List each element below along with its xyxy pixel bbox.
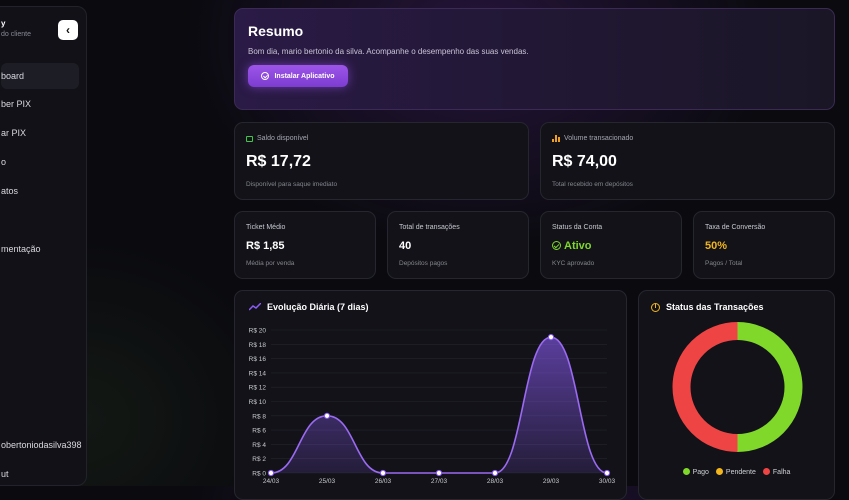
transactions-note: Depósitos pagos	[399, 260, 448, 267]
brand-subtitle: do cliente	[1, 31, 31, 38]
chevron-left-icon: ‹	[66, 23, 70, 37]
sidebar-item-label: ar PIX	[1, 128, 27, 138]
volume-note: Total recebido em depósitos	[552, 181, 633, 188]
sidebar-item-label: atos	[1, 186, 19, 196]
data-point	[323, 412, 331, 419]
y-tick-label: R$ 20	[249, 328, 267, 335]
y-tick-label: R$ 2	[252, 456, 266, 463]
sidebar-item-label: o	[1, 157, 7, 167]
collapse-sidebar-button[interactable]: ‹	[58, 20, 78, 40]
y-tick-label: R$ 16	[249, 356, 267, 363]
user-name: obertoniodasilva398	[1, 440, 82, 450]
balance-card: Saldo disponível R$ 17,72 Disponível par…	[234, 122, 529, 200]
y-tick-label: R$ 0	[252, 471, 266, 478]
sidebar-item-receber-pix[interactable]: ber PIX	[1, 91, 31, 117]
sidebar-user[interactable]: obertoniodasilva398	[1, 432, 82, 458]
download-icon	[261, 72, 270, 80]
data-point	[267, 469, 275, 477]
area-fill	[271, 337, 607, 473]
daily-evolution-card: Evolução Diária (7 dias) R$ 0 R$ 2 R$ 4 R$ …	[234, 290, 627, 500]
wallet-icon	[246, 135, 253, 142]
sidebar-item-enviar-pix[interactable]: ar PIX	[1, 120, 26, 146]
volume-card: Volume transacionado R$ 74,00 Total rece…	[540, 122, 835, 200]
y-tick-label: R$ 12	[249, 385, 267, 392]
ticket-note: Média por venda	[246, 260, 295, 267]
brand: y do cliente	[1, 19, 31, 38]
logout-button[interactable]: ut	[1, 461, 9, 487]
slice-pago	[737, 322, 803, 452]
account-status-card: Status da Conta Ativo KYC aprovado	[540, 211, 682, 279]
conversion-note: Pagos / Total	[705, 260, 743, 267]
legend-item-falha: Falha	[762, 468, 790, 476]
data-point	[603, 469, 611, 477]
page-title: Resumo	[248, 23, 304, 39]
ticket-value: R$ 1,85	[246, 240, 285, 252]
x-tick-label: 30/03	[599, 478, 616, 485]
slice-falha	[672, 322, 738, 452]
volume-label: Volume transacionado	[564, 135, 634, 142]
bar-chart-icon	[552, 135, 560, 142]
install-app-button[interactable]: Instalar Aplicativo	[248, 65, 348, 87]
sidebar-item-contatos[interactable]: atos	[1, 178, 18, 204]
y-tick-label: R$ 4	[252, 442, 266, 449]
status-legend: Pago Pendente Falha	[639, 468, 834, 476]
sidebar-item-dashboard[interactable]: board	[1, 63, 79, 89]
greeting-text: Bom dia, mario bertonio da silva. Acompa…	[248, 47, 529, 56]
transactions-card: Total de transações 40 Depósitos pagos	[387, 211, 529, 279]
y-tick-label: R$ 10	[249, 399, 267, 406]
sidebar: y do cliente ‹ board ber PIX ar PIX o at…	[0, 6, 87, 486]
sidebar-item-label: mentação	[1, 244, 41, 254]
volume-value: R$ 74,00	[552, 153, 617, 170]
transactions-label: Total de transações	[399, 224, 460, 231]
conversion-label: Taxa de Conversão	[705, 224, 766, 231]
data-point	[491, 469, 499, 477]
x-tick-label: 29/03	[543, 478, 560, 485]
data-point	[379, 469, 387, 477]
ticket-card: Ticket Médio R$ 1,85 Média por venda	[234, 211, 376, 279]
conversion-value: 50%	[705, 240, 728, 252]
summary-banner: Resumo Bom dia, mario bertonio da silva.…	[234, 8, 835, 110]
account-status-note: KYC aprovado	[552, 260, 595, 267]
daily-evolution-chart: R$ 0 R$ 2 R$ 4 R$ 6 R$ 8 R$ 10 R$ 12 R$ 14 R$ 16…	[249, 328, 616, 486]
balance-value: R$ 17,72	[246, 153, 311, 170]
x-tick-label: 27/03	[431, 478, 448, 485]
x-tick-label: 28/03	[487, 478, 504, 485]
legend-item-pago: Pago	[682, 468, 709, 476]
install-app-label: Instalar Aplicativo	[274, 72, 335, 80]
sidebar-item-label: ber PIX	[1, 99, 32, 109]
transaction-status-card: Status das Transações Pago Pendente Falh…	[638, 290, 835, 500]
y-tick-label: R$ 18	[249, 342, 267, 349]
data-point	[547, 334, 555, 341]
transaction-status-chart	[672, 322, 803, 452]
account-status-value: Ativo	[564, 240, 592, 252]
conversion-card: Taxa de Conversão 50% Pagos / Total	[693, 211, 835, 279]
sidebar-item-extrato[interactable]: o	[1, 149, 6, 175]
check-circle-icon	[552, 241, 561, 250]
ticket-label: Ticket Médio	[246, 224, 286, 231]
balance-note: Disponível para saque imediato	[246, 181, 338, 188]
x-tick-label: 24/03	[263, 478, 280, 485]
balance-label: Saldo disponível	[257, 135, 309, 142]
logout-label: ut	[1, 469, 9, 479]
y-tick-label: R$ 6	[252, 428, 266, 435]
transactions-value: 40	[399, 240, 412, 252]
account-status-label: Status da Conta	[552, 224, 603, 231]
brand-name: y	[1, 19, 6, 28]
x-tick-label: 26/03	[375, 478, 392, 485]
sidebar-item-label: board	[1, 71, 25, 81]
sidebar-item-documentacao[interactable]: mentação	[1, 236, 41, 262]
y-tick-label: R$ 14	[249, 370, 267, 377]
legend-item-pendente: Pendente	[715, 468, 756, 476]
x-tick-label: 25/03	[319, 478, 336, 485]
y-tick-label: R$ 8	[252, 413, 266, 420]
data-point	[435, 469, 443, 477]
